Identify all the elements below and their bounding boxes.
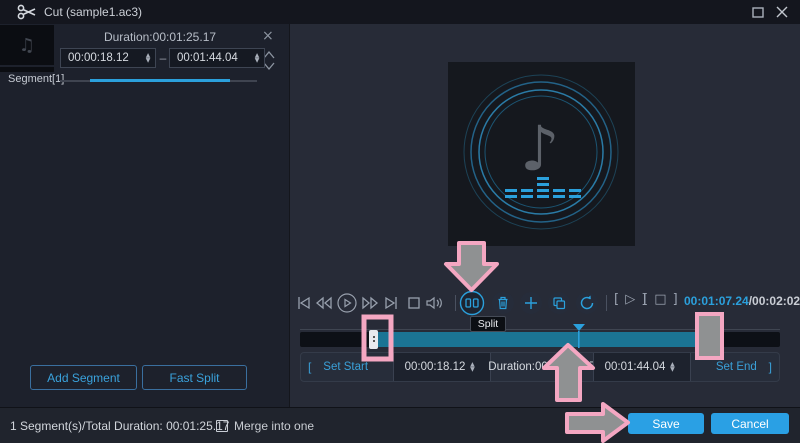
timeline-start-handle[interactable] — [369, 330, 378, 349]
cancel-button[interactable]: Cancel — [711, 413, 789, 434]
open-bracket: [ — [308, 360, 311, 374]
stop-button[interactable] — [406, 291, 422, 315]
window-title: Cut (sample1.ac3) — [44, 5, 142, 19]
plus-icon — [519, 291, 543, 315]
timeline-end-handle[interactable] — [697, 330, 706, 349]
save-button[interactable]: Save — [628, 413, 704, 434]
trim-end-stepper[interactable]: ▲ ▼ — [665, 362, 679, 372]
trim-duration-label: Duration:00:01:25.17 — [490, 353, 593, 381]
rewind-button[interactable] — [314, 291, 334, 315]
maximize-icon — [752, 7, 764, 18]
stop-segment-button[interactable]: [ □ ] — [643, 292, 679, 307]
trim-end-input[interactable]: 00:01:44.04 ▲ ▼ — [593, 353, 690, 381]
thumbnail-strip — [0, 67, 54, 72]
play-icon — [337, 293, 357, 313]
fast-forward-icon — [361, 295, 379, 311]
cancel-label: Cancel — [731, 417, 768, 431]
segment-thumbnail[interactable]: ♫ — [0, 25, 54, 65]
maximize-button[interactable] — [748, 4, 768, 20]
merge-label: Merge into one — [234, 419, 314, 433]
preview-panel: ♪ — [290, 24, 800, 407]
split-tooltip-label: Split — [478, 318, 498, 330]
trash-icon — [491, 291, 515, 315]
trim-start-input[interactable]: 00:00:18.12 ▲ ▼ — [393, 353, 490, 381]
set-start-label: Set Start — [323, 361, 368, 373]
segment-end-value[interactable]: 00:01:44.04 — [170, 52, 250, 64]
merge-checkbox[interactable] — [216, 420, 228, 432]
segment-start-input[interactable]: 00:00:18.12 ▲ ▼ — [60, 48, 156, 68]
skip-end-button[interactable] — [382, 291, 400, 315]
split-icon — [459, 290, 485, 316]
controls-separator — [455, 295, 456, 311]
music-note-icon: ♫ — [19, 35, 35, 56]
copy-icon — [547, 291, 571, 315]
save-label: Save — [652, 417, 679, 431]
add-segment-icon-button[interactable] — [519, 291, 543, 315]
trim-end-value[interactable]: 00:01:44.04 — [605, 361, 666, 373]
close-icon — [776, 6, 788, 18]
current-time: 00:01:07.24 — [684, 294, 749, 308]
range-separator: – — [157, 51, 169, 65]
total-time: /00:02:02.02 — [749, 294, 800, 308]
spin-down-icon[interactable]: ▼ — [146, 58, 151, 63]
segment-end-input[interactable]: 00:01:44.04 ▲ ▼ — [169, 48, 265, 68]
cut-dialog: Cut (sample1.ac3) ♫ Segment[1] Duration:… — [0, 0, 800, 443]
spin-down-icon[interactable]: ▼ — [255, 58, 260, 63]
spin-down-icon[interactable]: ▼ — [670, 367, 675, 372]
trim-duration-value: Duration:00:01:25.17 — [488, 361, 595, 373]
segment-progress-fill — [90, 79, 230, 82]
scissors-icon — [16, 3, 38, 21]
segment-end-stepper[interactable]: ▲ ▼ — [250, 53, 264, 63]
set-end-button[interactable]: Set End ] — [690, 353, 779, 381]
split-button[interactable] — [459, 291, 485, 315]
controls-separator — [606, 295, 607, 311]
skip-start-icon — [296, 295, 312, 311]
artwork-note-icon: ♪ — [520, 112, 560, 185]
fast-split-button[interactable]: Fast Split — [142, 365, 247, 390]
total-duration-summary: 1 Segment(s)/Total Duration: 00:01:25.17 — [10, 419, 229, 433]
delete-segment-button[interactable] — [491, 291, 515, 315]
segment-editor-close-icon[interactable]: × — [262, 28, 274, 44]
timeline-selection[interactable] — [373, 332, 696, 347]
reset-icon — [575, 291, 599, 315]
segment-start-stepper[interactable]: ▲ ▼ — [141, 53, 155, 63]
close-bracket: ] — [769, 360, 772, 374]
reset-button[interactable] — [575, 291, 599, 315]
footer: 1 Segment(s)/Total Duration: 00:01:25.17… — [0, 407, 800, 443]
volume-icon — [425, 295, 444, 311]
add-segment-label: Add Segment — [47, 371, 120, 385]
copy-segment-button[interactable] — [547, 291, 571, 315]
segment-label: Segment[1] — [8, 73, 64, 85]
rewind-icon — [315, 295, 333, 311]
time-display: 00:01:07.24/00:02:02.02 — [684, 294, 800, 308]
set-start-button[interactable]: [ Set Start — [301, 353, 393, 381]
volume-button[interactable] — [424, 291, 444, 315]
trim-bar: [ Set Start 00:00:18.12 ▲ ▼ Duration:00:… — [300, 352, 780, 382]
spin-down-icon[interactable]: ▼ — [470, 367, 475, 372]
trim-start-stepper[interactable]: ▲ ▼ — [465, 362, 479, 372]
stop-icon — [407, 296, 421, 310]
play-button[interactable] — [336, 291, 358, 315]
fast-split-label: Fast Split — [169, 371, 219, 385]
split-tooltip: Split — [470, 316, 506, 332]
playhead[interactable] — [571, 323, 587, 349]
timeline[interactable] — [300, 329, 780, 347]
skip-start-button[interactable] — [295, 291, 313, 315]
segment-start-value[interactable]: 00:00:18.12 — [61, 52, 141, 64]
segment-duration-label: Duration:00:01:25.17 — [60, 30, 260, 44]
close-button[interactable] — [772, 4, 792, 20]
audio-artwork: ♪ — [448, 62, 635, 246]
fast-forward-button[interactable] — [360, 291, 380, 315]
skip-end-icon — [383, 295, 399, 311]
trim-start-value[interactable]: 00:00:18.12 — [405, 361, 466, 373]
audio-artwork-graphic: ♪ — [448, 62, 635, 246]
add-segment-button[interactable]: Add Segment — [30, 365, 137, 390]
segment-list-panel: ♫ Segment[1] Duration:00:01:25.17 × 00:0… — [0, 24, 290, 407]
set-end-label: Set End — [716, 361, 757, 373]
titlebar: Cut (sample1.ac3) — [0, 0, 800, 24]
